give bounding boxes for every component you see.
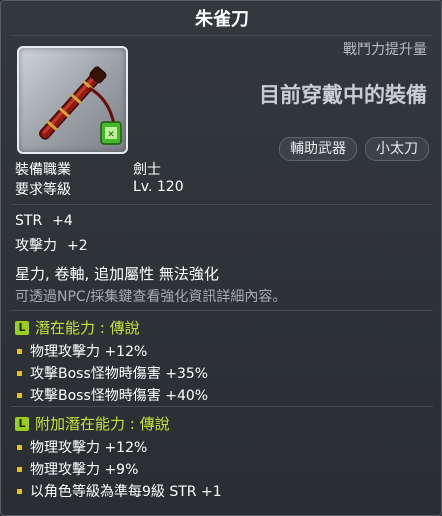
required-level-value: Lv. 120 [133,179,184,195]
bonus-potential-line-text: 物理攻擊力 +9% [30,462,139,478]
potential-line: 物理攻擊力 +12% [17,341,147,361]
bonus-potential-line: 物理攻擊力 +9% [17,459,138,479]
item-tooltip: 朱雀刀 ✕ 戰鬥力提升量 目前穿戴中的裝備 輔助武器 小太刀 裝備職業 劍士 要… [0,0,442,516]
badge-secondary-weapon: 輔助武器 [279,137,357,161]
red-katana-with-green-charm-icon: ✕ [38,66,122,145]
stat-str-value: +4 [52,213,73,229]
bullet-icon [17,444,22,450]
legendary-grade-icon: L [15,320,29,335]
stat-str: STR +4 [15,213,73,229]
potential-line-text: 物理攻擊力 +12% [30,344,148,360]
potential-line-text: 攻擊Boss怪物時傷害 +35% [30,366,209,382]
potential-header: L 潛在能力 : 傳說 [15,317,140,338]
enhancement-hint: 可透過NPC/採集鍵查看強化資訊詳細內容。 [15,289,287,305]
bonus-potential-header: L 附加潛在能力 : 傳說 [15,413,170,434]
potential-line: 攻擊Boss怪物時傷害 +40% [17,385,208,405]
stat-attack-value: +2 [67,238,88,254]
stat-attack-name: 攻擊力 [15,238,57,254]
stat-attack: 攻擊力 +2 [15,235,88,255]
item-icon-frame: ✕ [17,46,128,154]
bonus-potential-line-text: 物理攻擊力 +12% [30,440,148,456]
enhancement-restriction: 星力, 卷軸, 追加屬性 無法強化 [15,265,219,283]
legendary-grade-icon: L [15,416,29,431]
potential-divider [11,310,433,311]
bullet-icon [17,348,22,354]
bonus-potential-line: 物理攻擊力 +12% [17,437,147,457]
bullet-icon [17,488,22,494]
required-job-value: 劍士 [133,162,161,178]
badge-kodachi: 小太刀 [365,137,429,161]
bonus-potential-line: 以角色等級為準每9級 STR +1 [17,481,222,501]
stat-str-name: STR [15,213,43,229]
required-job-label: 裝備職業 [15,162,71,178]
potential-line: 攻擊Boss怪物時傷害 +35% [17,363,208,383]
power-increase-label: 戰鬥力提升量 [343,42,427,58]
potential-title: 潛在能力 : 傳說 [35,319,140,337]
bonus-potential-title: 附加潛在能力 : 傳說 [35,415,170,433]
bonus-potential-divider [11,406,433,407]
title-divider [11,35,433,36]
currently-equipped-label: 目前穿戴中的裝備 [259,83,427,107]
item-name: 朱雀刀 [195,9,249,30]
required-level-label: 要求等級 [15,182,71,198]
svg-text:✕: ✕ [107,130,115,140]
bonus-potential-line-text: 以角色等級為準每9級 STR +1 [30,484,222,500]
bullet-icon [17,466,22,472]
potential-line-text: 攻擊Boss怪物時傷害 +40% [30,388,209,404]
bullet-icon [17,370,22,376]
bullet-icon [17,392,22,398]
stats-divider [11,204,433,205]
category-badges: 輔助武器 小太刀 [279,137,429,161]
